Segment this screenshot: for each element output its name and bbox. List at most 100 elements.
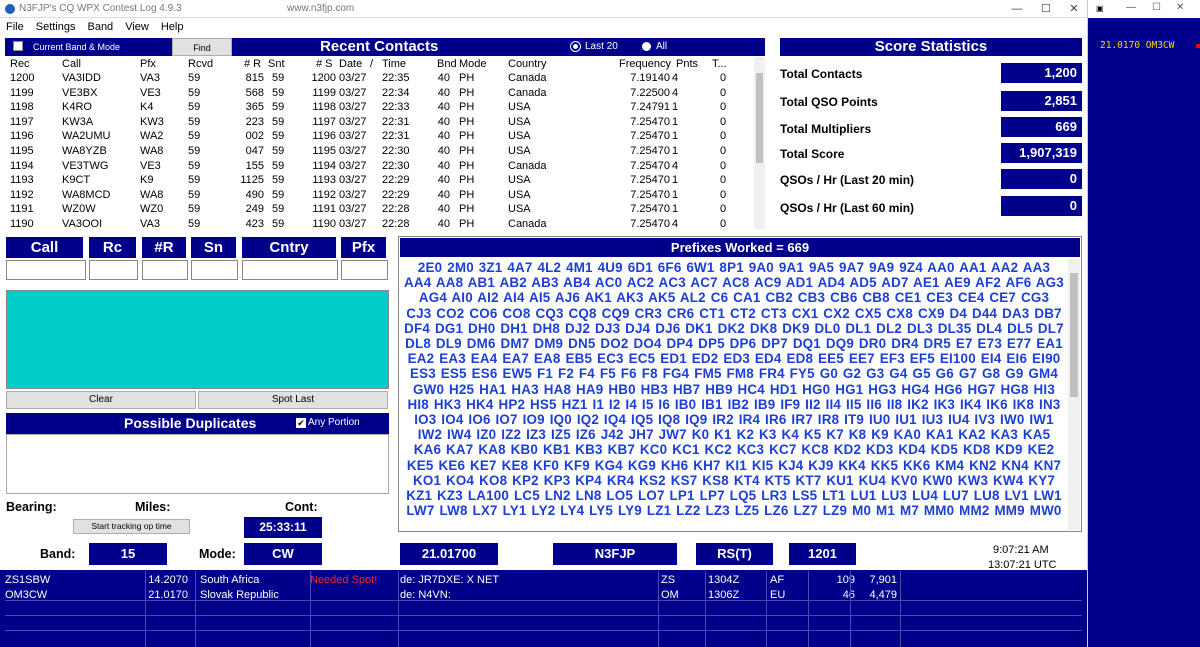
spot-row[interactable]: ZS1SBW 14.2070 South Africa Needed Spot! de:… [5, 573, 1082, 588]
sn-input[interactable] [191, 260, 238, 280]
table-row[interactable]: 1196 WA2UMU WA2 59 002 59 1196 03/27 22:31 40 PH US… [4, 130, 754, 145]
table-cell: 59 [188, 218, 201, 230]
table-row[interactable]: 1199 VE3BX VE3 59 568 59 1199 03/27 22:34 40 PH Can… [4, 87, 754, 102]
table-cell: VA3 [140, 72, 160, 84]
prefixes-scrollbar[interactable] [1068, 259, 1080, 530]
table-cell: 03/27 [339, 174, 367, 187]
col-mode[interactable]: Mode [459, 58, 487, 70]
table-cell: 249 [245, 203, 264, 216]
maximize-button[interactable]: ☐ [1032, 0, 1060, 18]
current-band-checkbox[interactable] [13, 41, 23, 51]
col-t[interactable]: T... [712, 58, 727, 70]
any-portion-checkbox[interactable]: ✔ [296, 418, 306, 428]
table-cell: WA8 [140, 145, 164, 157]
side-freq-call[interactable]: 21.0170 OM3CW [1100, 40, 1174, 51]
pfx-input[interactable] [341, 260, 388, 280]
table-row[interactable]: 1195 WA8YZB WA8 59 047 59 1195 03/27 22:30 40 PH US… [4, 145, 754, 160]
table-cell: 59 [272, 115, 285, 128]
col-nr[interactable]: # R [244, 58, 261, 70]
mode-value[interactable]: CW [244, 543, 322, 565]
col-pfx[interactable]: Pfx [140, 58, 156, 70]
table-cell: 155 [245, 159, 264, 172]
col-call[interactable]: Call [62, 58, 81, 70]
call-input[interactable] [6, 260, 86, 280]
table-cell: 03/27 [339, 188, 367, 201]
table-cell: 1190 [312, 218, 336, 230]
table-cell: 40 [437, 115, 450, 128]
menu-view[interactable]: View [119, 18, 155, 33]
table-row[interactable]: 1190 VA3OOI VA3 59 423 59 1190 03/27 22:28 40 PH Ca… [4, 218, 754, 233]
col-ns[interactable]: # S [316, 58, 333, 70]
table-row[interactable]: 1198 K4RO K4 59 365 59 1198 03/27 22:33 40 PH USA 7.… [4, 101, 754, 116]
band-value[interactable]: 15 [89, 543, 167, 565]
table-cell: 4 [672, 159, 679, 172]
radio-last20[interactable] [570, 41, 581, 52]
spot-country: South Africa [200, 574, 260, 586]
prefixes-list: 2E0 2M0 3Z1 4A7 4L2 4M1 4U9 6D1 6F6 6W1 … [404, 260, 1064, 519]
nr-input[interactable] [142, 260, 188, 280]
table-cell: 0 [720, 218, 727, 230]
prefixes-scroll-thumb[interactable] [1070, 273, 1078, 397]
table-cell: 7.25470 [630, 188, 670, 201]
spot-last-button[interactable]: Spot Last [198, 391, 388, 409]
table-cell: USA [508, 203, 531, 216]
table-cell: 59 [188, 159, 201, 172]
table-cell: 7.25470 [630, 145, 670, 157]
table-cell: 59 [188, 188, 201, 201]
table-cell: 03/27 [339, 159, 367, 172]
table-cell: K9CT [62, 174, 91, 187]
contacts-scroll-thumb[interactable] [756, 73, 763, 163]
col-rcvd[interactable]: Rcvd [188, 58, 213, 70]
col-time[interactable]: Time [382, 58, 406, 70]
clear-button[interactable]: Clear [6, 391, 196, 409]
find-button[interactable]: Find [172, 38, 232, 56]
col-bnd[interactable]: Bnd [437, 58, 457, 70]
contacts-grid-header: Rec Call Pfx Rcvd # R Snt # S Date / Tim… [4, 57, 764, 71]
menu-settings[interactable]: Settings [30, 18, 82, 33]
table-row[interactable]: 1194 VE3TWG VE3 59 155 59 1194 03/27 22:30 40 PH Ca… [4, 160, 754, 175]
table-cell: 7.22500 [630, 86, 670, 99]
col-rec[interactable]: Rec [10, 58, 30, 70]
col-date[interactable]: Date [339, 58, 362, 70]
table-cell: WA8YZB [62, 145, 107, 157]
duplicates-title: Possible Duplicates [124, 415, 257, 431]
side-maximize[interactable]: ☐ [1152, 2, 1161, 13]
close-button[interactable]: ✕ [1060, 0, 1088, 18]
table-row[interactable]: 1192 WA8MCD WA8 59 490 59 1192 03/27 22:29 40 PH US… [4, 189, 754, 204]
menu-help[interactable]: Help [155, 18, 190, 33]
frequency-value[interactable]: 21.01700 [400, 543, 498, 565]
table-row[interactable]: 1193 K9CT K9 59 1125 59 1193 03/27 22:29 40 PH USA 7… [4, 174, 754, 189]
contacts-scrollbar[interactable] [754, 57, 765, 229]
col-country[interactable]: Country [508, 58, 547, 70]
table-cell: 03/27 [339, 145, 367, 157]
col-snt[interactable]: Snt [268, 58, 285, 70]
table-row[interactable]: 1200 VA3IDD VA3 59 815 59 1200 03/27 22:35 40 PH Ca… [4, 72, 754, 87]
rc-input[interactable] [89, 260, 138, 280]
table-cell: 1 [672, 130, 679, 143]
menu-file[interactable]: File [0, 18, 30, 33]
cntry-input[interactable] [242, 260, 338, 280]
radio-all[interactable] [642, 42, 651, 51]
table-cell: 03/27 [339, 115, 367, 128]
table-cell: 59 [188, 115, 201, 128]
col-frequency[interactable]: Frequency [619, 58, 671, 70]
table-cell: 7.25470 [630, 115, 670, 128]
minimize-button[interactable]: — [1003, 0, 1031, 18]
table-row[interactable]: 1191 WZ0W WZ0 59 249 59 1191 03/27 22:28 40 PH USA 7… [4, 203, 754, 218]
table-row[interactable]: 1197 KW3A KW3 59 223 59 1197 03/27 22:31 40 PH USA 7… [4, 116, 754, 131]
table-cell: 0 [720, 188, 727, 201]
table-cell: 1 [672, 174, 679, 187]
table-cell: 59 [188, 174, 201, 187]
track-op-time-button[interactable]: Start tracking op time [73, 519, 190, 534]
table-cell: 0 [720, 145, 727, 157]
menu-band[interactable]: Band [81, 18, 119, 33]
comments-box[interactable] [6, 290, 389, 389]
cont-label: Cont: [285, 500, 318, 514]
side-close[interactable]: ✕ [1176, 2, 1184, 13]
col-pnts[interactable]: Pnts [676, 58, 698, 70]
side-minimize[interactable]: — [1126, 2, 1136, 13]
duplicates-list[interactable] [6, 434, 389, 494]
rst-value[interactable]: RS(T) [696, 543, 773, 565]
table-cell: 22:28 [382, 218, 410, 230]
table-cell: 59 [272, 101, 285, 114]
